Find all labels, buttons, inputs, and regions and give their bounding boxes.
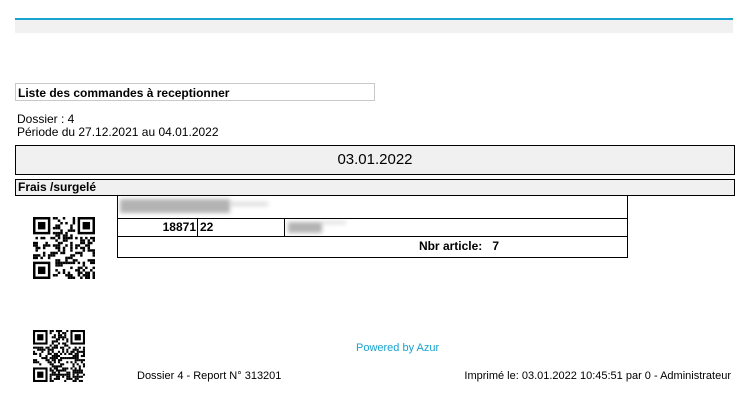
redacted-text bbox=[288, 222, 322, 233]
column-divider bbox=[197, 219, 198, 236]
qr-code-icon bbox=[33, 217, 95, 279]
order-table: 18871 22 Nbr article: 7 bbox=[117, 196, 628, 258]
article-count: Nbr article: 7 bbox=[419, 237, 499, 255]
redacted-text bbox=[322, 221, 346, 224]
summary-row: Nbr article: 7 bbox=[118, 237, 627, 255]
redacted-text bbox=[120, 199, 230, 213]
order-code: 22 bbox=[200, 220, 214, 234]
column-divider bbox=[284, 219, 285, 236]
dossier-label: Dossier : 4 bbox=[17, 112, 75, 126]
header-band bbox=[15, 20, 733, 33]
order-row-header bbox=[118, 196, 627, 219]
redacted-text bbox=[230, 202, 268, 206]
order-row: 18871 22 bbox=[118, 219, 627, 237]
category-header: Frais /surgelé bbox=[15, 179, 735, 196]
footer-report-id: Dossier 4 - Report N° 313201 bbox=[137, 370, 282, 382]
periode-label: Période du 27.12.2021 au 04.01.2022 bbox=[17, 125, 219, 139]
report-title: Liste des commandes à receptionner bbox=[15, 83, 375, 101]
article-count-value: 7 bbox=[492, 239, 499, 253]
date-header: 03.01.2022 bbox=[15, 145, 735, 175]
qr-code-icon bbox=[33, 330, 85, 382]
article-count-label: Nbr article: bbox=[418, 239, 483, 253]
powered-by-link[interactable]: Powered by Azur bbox=[356, 342, 439, 354]
footer-printed-info: Imprimé le: 03.01.2022 10:45:51 par 0 - … bbox=[464, 370, 731, 382]
order-number: 18871 bbox=[162, 220, 196, 234]
